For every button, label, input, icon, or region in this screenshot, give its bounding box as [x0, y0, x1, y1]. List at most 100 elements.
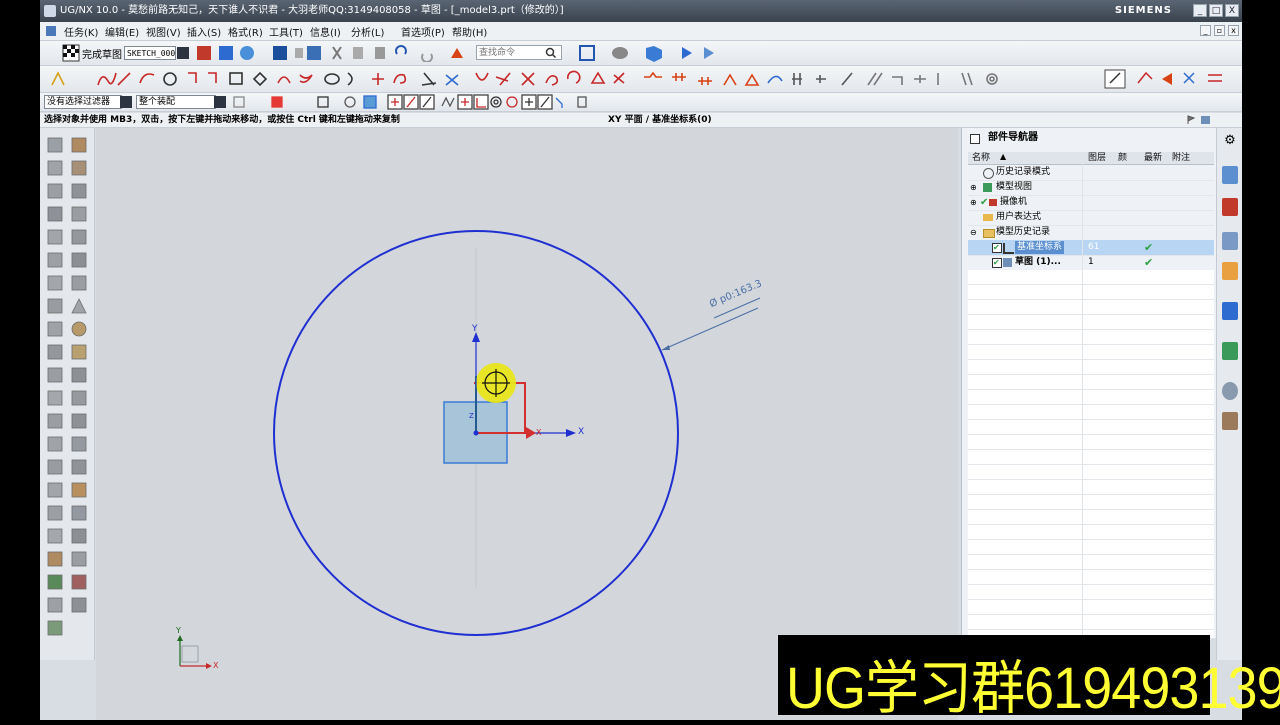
maximize-button[interactable]: □ — [1209, 4, 1223, 17]
sort-up-icon[interactable]: ▲ — [1000, 152, 1006, 161]
menu-tools[interactable]: 工具(T) — [269, 24, 303, 39]
sketch-name-dropdown[interactable] — [177, 47, 189, 59]
part-navigator: 部件导航器 名称 ▲ 图层 颜 最新 附注 历史记录模式 ⊕ 模型视图 ⊕ ✔ … — [961, 128, 1216, 638]
edit-tool-icons[interactable] — [305, 44, 475, 62]
feature-toolbar-left — [40, 128, 95, 660]
snap-point-icons[interactable] — [232, 94, 592, 110]
tree-row[interactable]: ⊕ 模型视图 — [968, 180, 1214, 196]
close-button[interactable]: X — [1225, 4, 1239, 17]
settings-gear-icon[interactable]: ⚙ — [1222, 132, 1238, 150]
latest-check-icon: ✔ — [1144, 256, 1154, 269]
nx-window: UG/NX 10.0 - 莫愁前路无知己，天下谁人不识君 - 大羽老师QQ:31… — [40, 0, 1242, 720]
constraint-navigator-icon[interactable] — [1222, 198, 1238, 216]
part-navigator-icon[interactable] — [1222, 232, 1238, 250]
mdi-minimize-button[interactable]: _ — [1200, 25, 1211, 36]
command-finder[interactable] — [476, 45, 562, 60]
menu-analysis[interactable]: 分析(L) — [351, 24, 384, 39]
selection-filter-select[interactable]: 没有选择过滤器 — [44, 95, 122, 109]
tree-row[interactable]: 历史记录模式 — [968, 165, 1214, 181]
menu-insert[interactable]: 插入(S) — [187, 24, 221, 39]
hd3d-tools-icon[interactable] — [1222, 302, 1238, 320]
camera-icon — [989, 199, 997, 206]
tree-label: 历史记录模式 — [996, 167, 1051, 177]
search-icon[interactable] — [545, 47, 557, 59]
sketch-curve-toolbar — [40, 66, 1242, 93]
sketch-feature-icon — [1003, 258, 1012, 267]
navigator-empty-area — [968, 270, 1214, 638]
column-divider — [1082, 152, 1083, 638]
web-browser-icon[interactable] — [1222, 342, 1238, 360]
command-search-input[interactable] — [479, 46, 543, 59]
navigator-header: 部件导航器 — [962, 128, 1216, 148]
tree-row[interactable]: ✔ 草图 (1)... 1 ✔ — [968, 255, 1214, 271]
col-name[interactable]: 名称 — [972, 152, 990, 164]
menu-preferences[interactable]: 首选项(P) — [401, 24, 445, 39]
tree-row[interactable]: ⊖ 模型历史记录 — [968, 225, 1214, 241]
datum-csys-icon — [1003, 243, 1014, 254]
col-latest[interactable]: 最新 — [1144, 152, 1162, 164]
latest-check-icon: ✔ — [1144, 241, 1154, 254]
sketch-curve-icons[interactable] — [48, 69, 1238, 89]
menu-edit[interactable]: 编辑(E) — [105, 24, 139, 39]
expand-icon[interactable]: ⊕ — [970, 195, 977, 210]
visibility-checkbox[interactable]: ✔ — [992, 258, 1002, 268]
expand-icon[interactable]: ⊕ — [970, 180, 977, 195]
menu-info[interactable]: 信息(I) — [310, 24, 341, 39]
finish-sketch-button[interactable]: 完成草图 — [82, 46, 122, 61]
dimension-leader — [661, 307, 759, 351]
minimize-button[interactable]: _ — [1193, 4, 1207, 17]
view-tool-icons[interactable] — [578, 44, 738, 62]
tree-label: 模型视图 — [996, 182, 1033, 192]
finish-sketch-icon[interactable] — [62, 44, 80, 62]
tree-label: 草图 (1)... — [1015, 257, 1061, 267]
navigator-column-header: 名称 ▲ 图层 颜 最新 附注 — [968, 152, 1214, 165]
tree-row[interactable]: ⊕ ✔ 摄像机 — [968, 195, 1214, 211]
tree-label: 基准坐标系 — [1015, 241, 1065, 254]
col-notes[interactable]: 附注 — [1172, 152, 1190, 164]
feature-tool-icons[interactable] — [40, 128, 94, 660]
nx-logo-icon — [44, 5, 56, 17]
siemens-brand: SIEMENS — [1114, 5, 1172, 16]
mdi-close-button[interactable]: x — [1228, 25, 1239, 36]
collapse-icon[interactable]: ⊖ — [970, 225, 977, 240]
mdi-restore-button[interactable]: ▫ — [1214, 25, 1225, 36]
selection-filter-dropdown[interactable] — [120, 96, 132, 108]
folder-icon — [983, 214, 993, 221]
menu-task[interactable]: 任务(K) — [64, 24, 98, 39]
sketch-name-select[interactable]: SKETCH_000 — [124, 46, 176, 60]
app-menu-icon[interactable] — [46, 26, 56, 36]
prompt-text: 选择对象并使用 MB3，双击，按下左键并拖动来移动，或按住 Ctrl 键和左键拖… — [44, 115, 400, 125]
tree-layer: 1 — [1088, 257, 1094, 267]
selection-scope-select[interactable]: 整个装配 — [136, 95, 216, 109]
sketch-canvas[interactable] — [96, 128, 958, 720]
menu-format[interactable]: 格式(R) — [228, 24, 263, 39]
assembly-navigator-icon[interactable] — [1222, 166, 1238, 184]
y-axis-label: Y — [472, 324, 478, 334]
overlay-text: UG学习群619493139 — [786, 656, 1280, 721]
model-views-icon — [983, 183, 992, 192]
visibility-checkbox[interactable]: ✔ — [992, 243, 1002, 253]
menu-view[interactable]: 视图(V) — [146, 24, 181, 39]
window-title: UG/NX 10.0 - 莫愁前路无知己，天下谁人不识君 - 大羽老师QQ:31… — [60, 5, 564, 16]
menu-bar: 任务(K) 编辑(E) 视图(V) 插入(S) 格式(R) 工具(T) 信息(I… — [40, 22, 1242, 41]
history-icon[interactable] — [1222, 382, 1238, 400]
menu-help[interactable]: 帮助(H) — [452, 24, 487, 39]
reuse-library-icon[interactable] — [1222, 262, 1238, 280]
graphics-window[interactable]: Ø p0:163.3 Y X X Z Y X — [96, 128, 958, 720]
col-layer[interactable]: 图层 — [1088, 152, 1106, 164]
navigator-pin-icon[interactable] — [970, 134, 980, 144]
system-materials-icon[interactable] — [1222, 412, 1238, 430]
z-axis-label: Z — [469, 412, 474, 420]
tree-row-selected[interactable]: ✔ 基准坐标系 61 ✔ — [968, 240, 1214, 256]
open-folder-icon — [983, 229, 995, 238]
selection-bar: 没有选择过滤器 整个装配 — [40, 93, 1242, 112]
sketch-tool-icons[interactable] — [195, 44, 315, 62]
clock-icon — [983, 168, 994, 179]
tree-label: 摄像机 — [1000, 197, 1028, 207]
selection-scope-dropdown[interactable] — [214, 96, 226, 108]
triad-x-label: X — [213, 661, 219, 670]
tree-layer: 61 — [1088, 242, 1100, 252]
tree-row[interactable]: 用户表达式 — [968, 210, 1214, 226]
col-color[interactable]: 颜 — [1118, 152, 1127, 164]
status-flag-icons — [1187, 115, 1210, 124]
